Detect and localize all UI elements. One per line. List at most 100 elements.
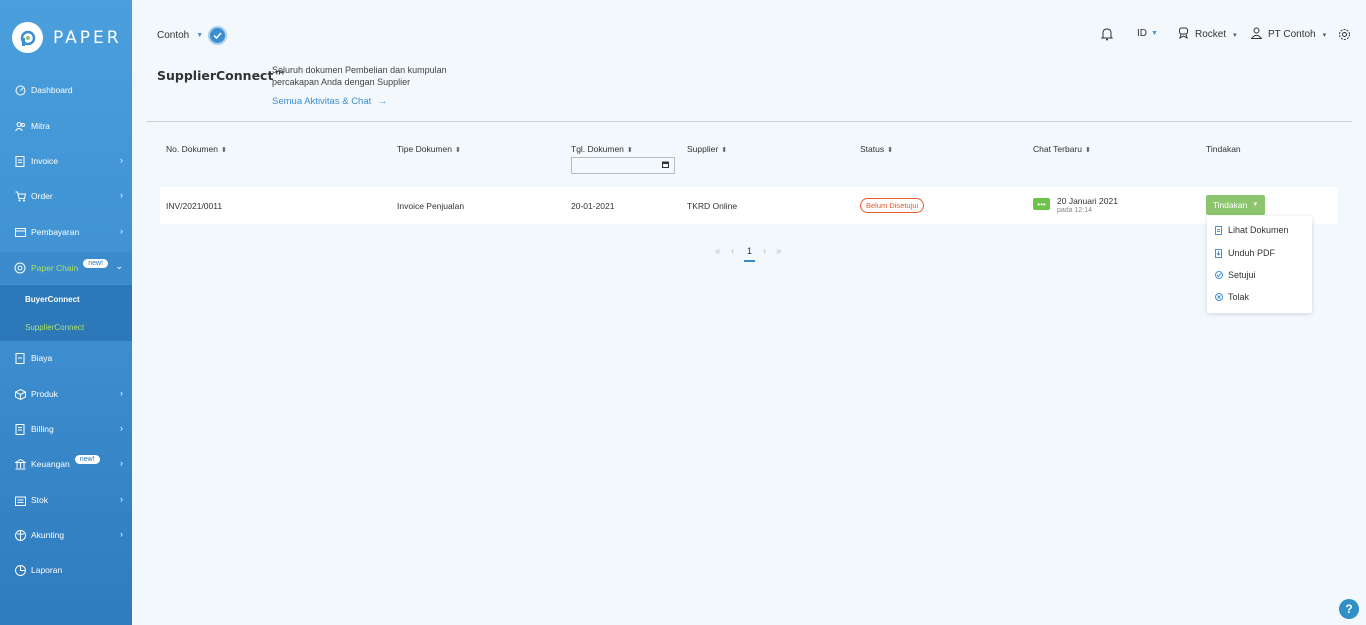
sidebar-item-akunting[interactable]: Akunting › — [0, 521, 132, 549]
column-header-label: Tipe Dokumen — [397, 144, 452, 154]
column-header-chat-terbaru[interactable]: Chat Terbaru ⬍ — [1033, 144, 1091, 154]
sidebar-subitem-buyerconnect[interactable]: BuyerConnect — [25, 295, 80, 304]
menu-item-label: Setujui — [1228, 270, 1256, 280]
chat-bubble-icon[interactable]: ••• — [1033, 198, 1050, 210]
box-icon — [14, 388, 26, 400]
column-header-label: Tindakan — [1206, 144, 1241, 154]
first-page-icon[interactable]: « — [715, 246, 721, 257]
caret-down-icon: ▾ — [1233, 31, 1237, 39]
chevron-right-icon: › — [120, 155, 123, 165]
action-dropdown-menu: Lihat Dokumen Unduh PDF Setujui Tolak — [1207, 216, 1312, 313]
sidebar-item-invoice[interactable]: Invoice › — [0, 147, 132, 175]
account-selector[interactable]: PT Contoh ▾ — [1250, 27, 1327, 42]
sidebar-subitem-supplierconnect[interactable]: SupplierConnect — [25, 323, 84, 332]
sidebar-item-mitra[interactable]: Mitra — [0, 112, 132, 140]
chat-date: 20 Januari 2021 — [1057, 196, 1118, 206]
prev-page-icon[interactable]: ‹ — [731, 246, 734, 257]
sort-icon: ⬍ — [220, 147, 227, 154]
new-badge: new! — [74, 454, 100, 464]
sidebar-item-laporan[interactable]: Laporan — [0, 556, 132, 584]
caret-down-icon: ▾ — [1322, 31, 1327, 39]
sidebar: PAPER Dashboard Mitra Invoice › Order › … — [0, 0, 132, 625]
caret-down-icon: ▼ — [1252, 202, 1259, 208]
download-pdf-icon — [1215, 248, 1223, 258]
users-icon — [14, 120, 26, 132]
caret-down-icon: ▼ — [196, 32, 204, 39]
column-header-tindakan: Tindakan — [1206, 144, 1241, 154]
column-header-tgl-dokumen[interactable]: Tgl. Dokumen ⬍ — [571, 144, 633, 154]
scale-icon — [14, 529, 26, 541]
sidebar-item-label: Invoice — [31, 156, 58, 166]
language-selector[interactable]: ID ▼ — [1137, 28, 1158, 39]
chevron-right-icon: › — [120, 494, 123, 504]
sort-icon: ⬍ — [454, 147, 461, 154]
sidebar-item-label: Laporan — [31, 565, 63, 575]
page-description: Seluruh dokumen Pembelian dan kumpulan p… — [272, 65, 447, 87]
plan-label: Rocket — [1195, 29, 1227, 40]
sort-icon: ⬍ — [626, 147, 633, 154]
column-header-label: Supplier — [687, 144, 719, 154]
sidebar-item-pembayaran[interactable]: Pembayaran › — [0, 218, 132, 246]
menu-item-tolak[interactable]: Tolak — [1215, 292, 1249, 302]
notification-bell-icon[interactable] — [1101, 27, 1113, 41]
help-button[interactable]: ? — [1339, 599, 1359, 619]
cell-no-dokumen: INV/2021/0011 — [166, 201, 223, 211]
last-page-icon[interactable]: » — [776, 246, 782, 257]
receipt-icon — [14, 352, 26, 364]
sidebar-item-billing[interactable]: Billing › — [0, 415, 132, 443]
menu-item-setujui[interactable]: Setujui — [1215, 270, 1256, 280]
sidebar-item-biaya[interactable]: Biaya — [0, 344, 132, 372]
chevron-right-icon: › — [120, 226, 123, 236]
all-activity-link[interactable]: Semua Aktivitas & Chat → — [272, 96, 387, 107]
bank-icon — [14, 458, 26, 470]
column-header-tipe-dokumen[interactable]: Tipe Dokumen ⬍ — [397, 144, 461, 154]
arrow-right-icon: → — [377, 96, 388, 107]
logo-text: PAPER — [53, 27, 122, 48]
approve-check-icon — [1215, 271, 1223, 280]
sidebar-item-label: Paper Chain — [31, 263, 79, 273]
page-number-current[interactable]: 1 — [744, 246, 756, 262]
sidebar-item-keuangan[interactable]: Keuangan new! › — [0, 450, 132, 478]
sidebar-item-stok[interactable]: Stok › — [0, 486, 132, 514]
sidebar-item-label: Biaya — [31, 353, 53, 363]
column-header-label: Status — [860, 144, 885, 154]
column-header-no-dokumen[interactable]: No. Dokumen ⬍ — [166, 144, 227, 154]
status-badge: Belum Disetujui — [860, 198, 925, 213]
cell-supplier: TKRD Online — [687, 201, 738, 211]
table-row — [160, 187, 1338, 224]
chevron-right-icon: › — [120, 529, 123, 539]
logo[interactable]: PAPER — [12, 22, 122, 53]
chevron-down-icon: ⌄ — [115, 261, 123, 271]
column-header-status[interactable]: Status ⬍ — [860, 144, 893, 154]
date-filter-input[interactable] — [571, 157, 675, 174]
chevron-right-icon: › — [120, 388, 123, 398]
sidebar-item-label: Order — [31, 191, 53, 201]
sidebar-item-order[interactable]: Order › — [0, 182, 132, 210]
document-view-icon — [1215, 225, 1223, 235]
cart-icon — [14, 190, 26, 202]
reject-x-icon — [1215, 293, 1223, 302]
company-selector[interactable]: Contoh ▼ — [157, 30, 203, 41]
next-page-icon[interactable]: › — [763, 246, 766, 257]
menu-item-unduh-pdf[interactable]: Unduh PDF — [1215, 248, 1275, 258]
menu-item-label: Lihat Dokumen — [1228, 225, 1289, 235]
page-title: SupplierConnect™ — [157, 68, 286, 83]
paper-chain-submenu: BuyerConnect SupplierConnect — [0, 285, 132, 341]
chat-time: pada 12:14 — [1057, 207, 1093, 214]
verified-check-icon[interactable] — [208, 26, 227, 45]
new-badge: new! — [83, 258, 109, 268]
sidebar-item-dashboard[interactable]: Dashboard — [0, 76, 132, 104]
company-name: Contoh — [157, 30, 190, 41]
card-icon — [14, 226, 26, 238]
menu-item-label: Tolak — [1228, 292, 1250, 302]
column-header-supplier[interactable]: Supplier ⬍ — [687, 144, 727, 154]
sidebar-item-produk[interactable]: Produk › — [0, 380, 132, 408]
tindakan-dropdown-button[interactable]: Tindakan ▼ — [1206, 195, 1265, 215]
column-header-label: No. Dokumen — [166, 144, 218, 154]
sidebar-item-label: Keuangan — [31, 459, 70, 469]
settings-gear-icon[interactable] — [1338, 28, 1351, 41]
sidebar-item-paper-chain[interactable]: Paper Chain new! ⌄ — [0, 252, 132, 284]
plan-selector[interactable]: Rocket ▾ — [1178, 27, 1237, 42]
menu-item-label: Unduh PDF — [1228, 248, 1276, 258]
menu-item-lihat-dokumen[interactable]: Lihat Dokumen — [1215, 225, 1289, 235]
